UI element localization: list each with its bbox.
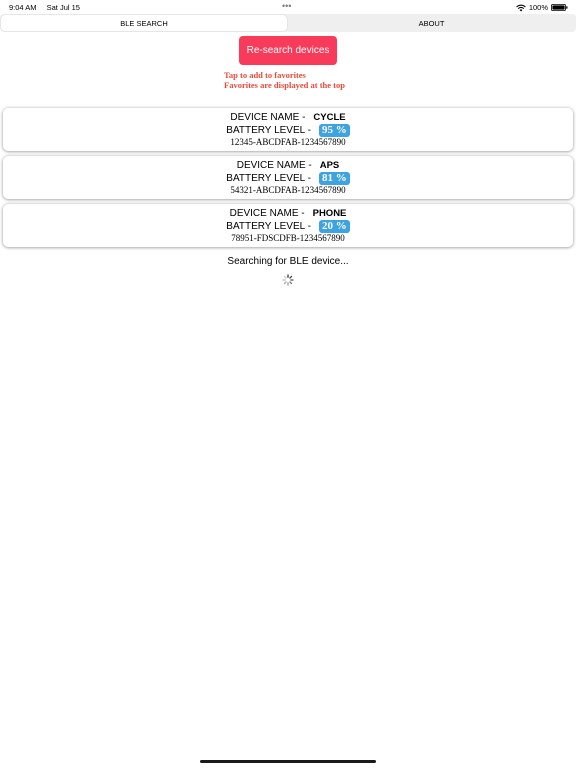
status-date: Sat Jul 15 (46, 3, 80, 12)
device-id: 54321-ABCDFAB-1234567890 (230, 185, 346, 195)
device-id: 12345-ABCDFAB-1234567890 (230, 137, 346, 147)
device-name-value: PHONE (312, 208, 347, 219)
wifi-icon (516, 4, 526, 11)
hint-add-favorites: Tap to add to favorites (224, 70, 306, 80)
device-name-value: APS (319, 160, 340, 171)
re-search-devices-button[interactable]: Re-search devices (239, 36, 337, 65)
battery-level-label: BATTERY LEVEL - (226, 221, 311, 232)
battery-level-label: BATTERY LEVEL - (226, 173, 311, 184)
status-bar: 9:04 AM Sat Jul 15 ••• 100% (0, 0, 576, 14)
battery-level-row: BATTERY LEVEL - 81 % (3, 172, 573, 185)
battery-level-row: BATTERY LEVEL - 95 % (3, 124, 573, 137)
battery-icon (551, 4, 568, 11)
device-name-row: DEVICE NAME - APS (3, 160, 573, 171)
searching-status: Searching for BLE device... (227, 256, 349, 267)
device-card-cycle[interactable]: DEVICE NAME - CYCLE BATTERY LEVEL - 95 %… (3, 108, 573, 151)
status-time: 9:04 AM (9, 3, 37, 12)
battery-level-badge: 20 % (318, 220, 350, 233)
multitasking-dots-icon[interactable]: ••• (282, 1, 291, 11)
device-id: 78951-FDSCDFB-1234567890 (231, 233, 345, 243)
device-card-aps[interactable]: DEVICE NAME - APS BATTERY LEVEL - 81 % 5… (3, 156, 573, 199)
battery-level-label: BATTERY LEVEL - (226, 125, 311, 136)
device-name-row: DEVICE NAME - CYCLE (3, 112, 573, 123)
status-left: 9:04 AM Sat Jul 15 (9, 3, 88, 12)
home-indicator[interactable] (200, 760, 376, 763)
device-name-label: DEVICE NAME - (236, 160, 312, 171)
tab-about[interactable]: ABOUT (288, 15, 575, 31)
tab-ble-search[interactable]: BLE SEARCH (1, 15, 287, 31)
tab-bar: BLE SEARCH ABOUT (0, 14, 576, 32)
device-name-row: DEVICE NAME - PHONE (3, 208, 573, 219)
device-name-label: DEVICE NAME - (229, 208, 305, 219)
device-name-label: DEVICE NAME - (230, 112, 306, 123)
status-right: 100% (516, 3, 568, 12)
battery-level-row: BATTERY LEVEL - 20 % (3, 220, 573, 233)
battery-percent: 100% (528, 3, 548, 12)
hint-favorites-top: Favorites are displayed at the top (224, 80, 345, 90)
loading-spinner-icon (282, 274, 294, 286)
device-card-phone[interactable]: DEVICE NAME - PHONE BATTERY LEVEL - 20 %… (3, 204, 573, 247)
battery-level-badge: 95 % (318, 124, 350, 137)
app-screen: 9:04 AM Sat Jul 15 ••• 100% BLE SEARCH A… (0, 0, 576, 768)
battery-level-badge: 81 % (318, 172, 350, 185)
device-name-value: CYCLE (313, 112, 346, 123)
